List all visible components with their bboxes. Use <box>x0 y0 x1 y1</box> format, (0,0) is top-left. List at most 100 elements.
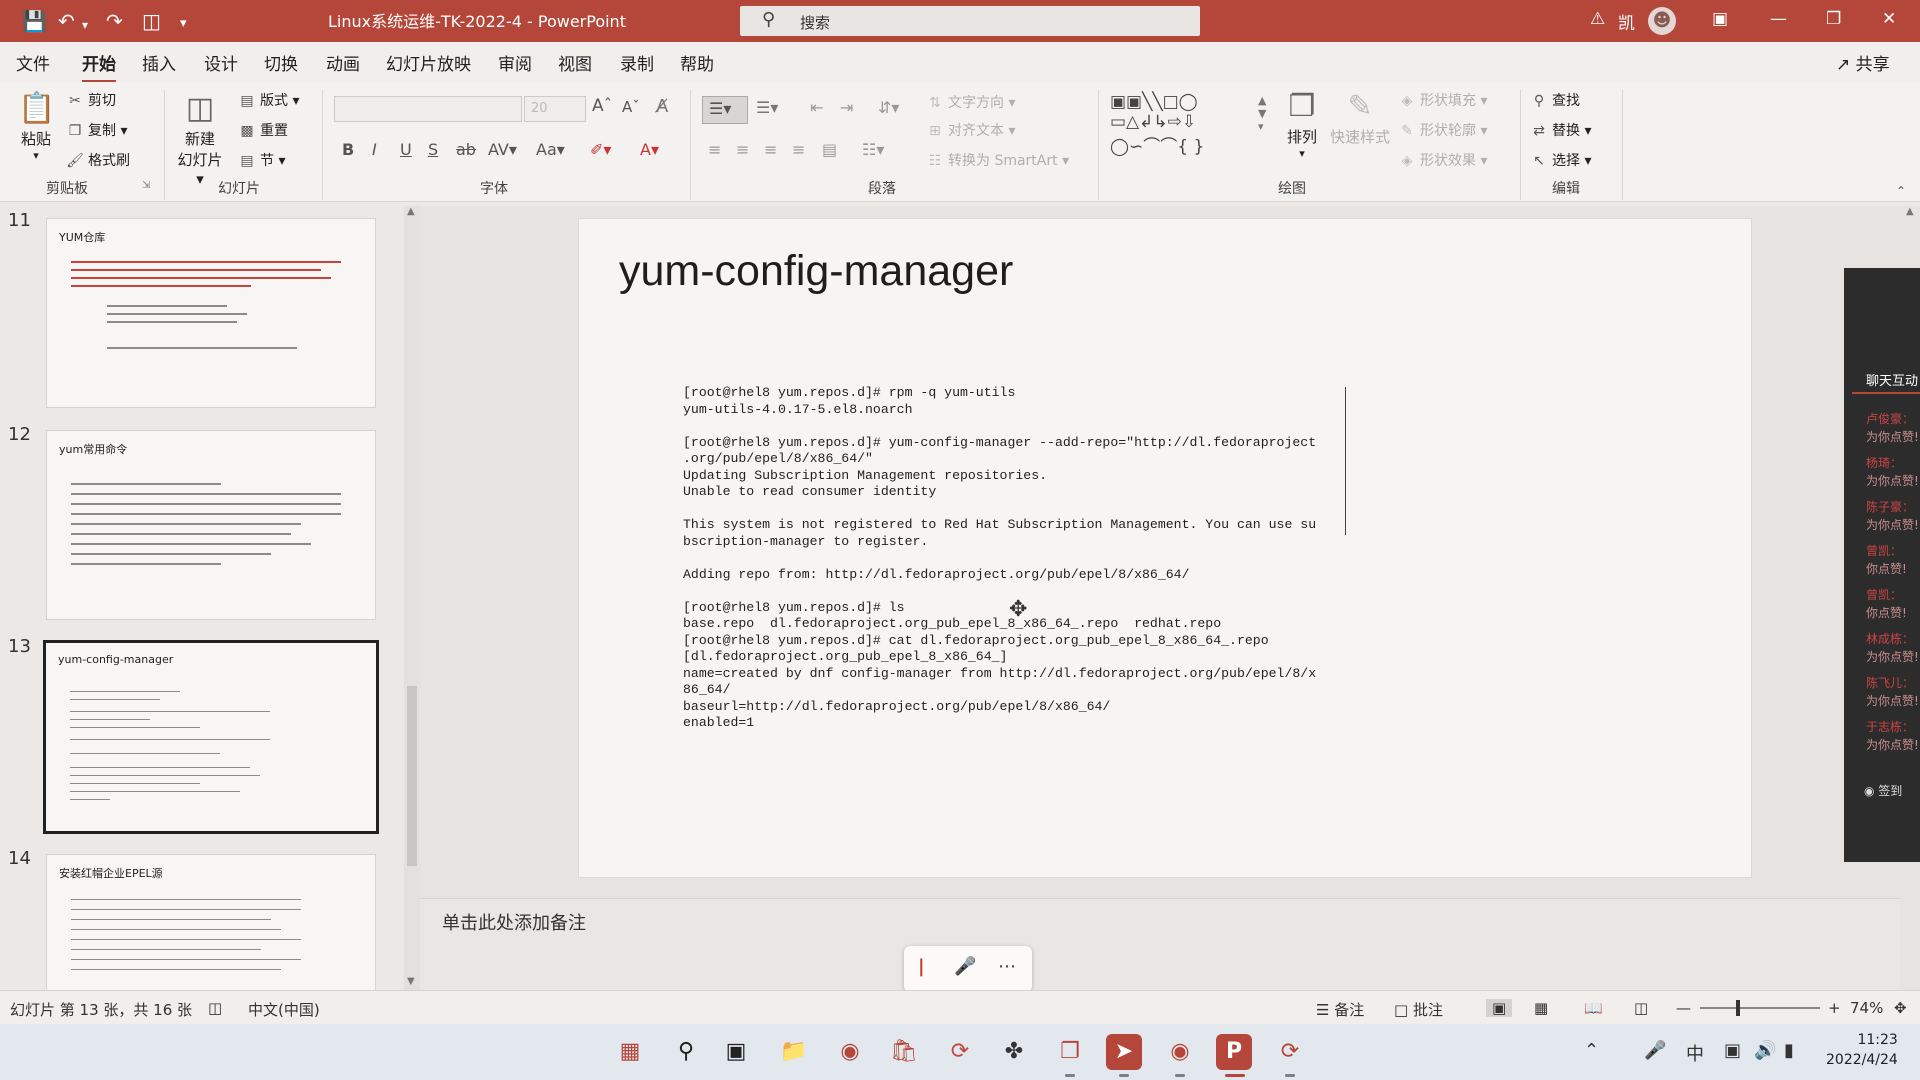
slide-sorter-icon[interactable]: ▦ <box>1534 999 1548 1017</box>
network-icon[interactable]: ▣ <box>1724 1040 1741 1061</box>
reset-button[interactable]: ▩ 重置 <box>238 120 288 140</box>
powerpoint-icon[interactable]: P <box>1216 1034 1252 1070</box>
minimize-icon[interactable]: — <box>1770 9 1787 29</box>
edge-icon[interactable]: ◉ <box>832 1034 868 1070</box>
reading-view-icon[interactable]: 📖 <box>1584 999 1603 1017</box>
redo-icon[interactable]: ↷ <box>106 10 123 32</box>
close-icon[interactable]: ✕ <box>1882 9 1896 29</box>
app-icon[interactable]: ⟳ <box>942 1034 978 1070</box>
zoom-slider[interactable] <box>1700 1000 1820 1016</box>
font-color-icon[interactable]: A▾ <box>640 140 659 159</box>
find-button[interactable]: ⚲ 查找 <box>1530 90 1580 110</box>
replace-button[interactable]: ⇄ 替换 ▾ <box>1530 120 1591 140</box>
select-button[interactable]: ↖ 选择 ▾ <box>1530 150 1591 170</box>
accessibility-icon[interactable]: ◫ <box>208 999 222 1017</box>
shape-effects-button[interactable]: ◈ 形状效果 ▾ <box>1398 150 1488 170</box>
columns-icon[interactable]: ☷▾ <box>862 140 884 159</box>
align-right-icon[interactable]: ≡ <box>764 140 777 159</box>
user-name[interactable]: 凯 <box>1618 9 1635 34</box>
paste-button[interactable]: 📋 粘贴 ▾ <box>18 90 55 162</box>
search-box[interactable]: ⚲ 搜索 <box>740 6 1200 36</box>
new-slide-button[interactable]: ◫ 新建 幻灯片 ▾ <box>172 90 228 188</box>
tab-insert[interactable]: 插入 <box>142 50 176 75</box>
shadow-icon[interactable]: S <box>428 140 438 159</box>
slide-thumbnail-13[interactable]: yum-config-manager <box>43 640 379 834</box>
tab-review[interactable]: 审阅 <box>498 50 532 75</box>
cut-button[interactable]: ✂ 剪切 <box>66 90 116 110</box>
app-icon[interactable]: ⟳ <box>1272 1034 1308 1070</box>
distribute-icon[interactable]: ▤ <box>822 140 837 159</box>
smartart-button[interactable]: ☷ 转换为 SmartArt ▾ <box>926 150 1069 170</box>
battery-icon[interactable]: ▮ <box>1784 1040 1794 1061</box>
tab-record[interactable]: 录制 <box>620 50 654 75</box>
gallery-more-icon[interactable]: ▲ ▼ ▾ <box>1258 94 1266 133</box>
share-button[interactable]: ↗ 共享 <box>1836 50 1890 75</box>
scroll-down-icon[interactable]: ▼ <box>407 976 415 987</box>
format-painter-button[interactable]: 🖌 格式刷 <box>66 150 130 170</box>
thumbnails-scrollbar[interactable]: ▲ ▼ <box>404 206 420 990</box>
grow-font-icon[interactable]: Aˆ <box>592 96 612 116</box>
search-icon[interactable]: ⚲ <box>668 1034 704 1070</box>
more-icon[interactable]: ⋯ <box>998 956 1016 977</box>
shape-outline-button[interactable]: ✎ 形状轮廓 ▾ <box>1398 120 1487 140</box>
slide-thumbnail-12[interactable]: yum常用命令 <box>46 430 376 620</box>
shape-fill-button[interactable]: ◈ 形状填充 ▾ <box>1398 90 1488 110</box>
zoom-out-icon[interactable]: — <box>1676 999 1691 1017</box>
line-spacing-icon[interactable]: ⇵▾ <box>878 98 899 117</box>
scrollbar-thumb[interactable] <box>407 686 417 866</box>
quick-styles-button[interactable]: ✎ 快速样式 <box>1330 88 1390 147</box>
scroll-up-icon[interactable]: ▲ <box>1906 206 1914 217</box>
app-icon[interactable]: ◉ <box>1162 1034 1198 1070</box>
sign-in-button[interactable]: ◉ 签到 <box>1864 782 1902 799</box>
clear-format-icon[interactable]: A̸ <box>656 96 668 117</box>
comments-toggle[interactable]: □ 批注 <box>1394 999 1443 1020</box>
tab-view[interactable]: 视图 <box>558 50 592 75</box>
normal-view-icon[interactable]: ▣ <box>1486 999 1513 1017</box>
customize-quick-access-icon[interactable]: ▾ <box>180 13 187 35</box>
clock[interactable]: 11:23 2022/4/24 <box>1826 1030 1898 1070</box>
increase-indent-icon[interactable]: ⇥ <box>840 98 853 117</box>
slide-title[interactable]: yum-config-manager <box>619 247 1013 296</box>
italic-icon[interactable]: I <box>372 140 377 159</box>
app-icon[interactable]: ✤ <box>996 1034 1032 1070</box>
tab-home[interactable]: 开始 <box>82 50 116 83</box>
tab-transitions[interactable]: 切换 <box>264 50 298 75</box>
slide-thumbnail-11[interactable]: YUM仓库 <box>46 218 376 408</box>
numbering-icon[interactable]: ☰▾ <box>756 98 778 117</box>
current-slide[interactable]: yum-config-manager [root@rhel8 yum.repos… <box>578 218 1752 878</box>
tab-help[interactable]: 帮助 <box>680 50 714 75</box>
bold-icon[interactable]: B <box>342 140 354 159</box>
volume-icon[interactable]: 🔊 <box>1754 1040 1776 1061</box>
ribbon-display-icon[interactable]: ▣ <box>1712 9 1728 29</box>
highlight-icon[interactable]: ✐▾ <box>590 140 611 159</box>
warning-icon[interactable]: ⚠ <box>1590 9 1605 29</box>
dialog-launcher-icon[interactable]: ⇲ <box>142 180 150 191</box>
arrange-button[interactable]: ❐ 排列 ▾ <box>1282 88 1322 160</box>
zoom-in-icon[interactable]: + <box>1828 999 1841 1017</box>
change-case-icon[interactable]: Aa▾ <box>536 140 565 159</box>
file-explorer-icon[interactable]: 📁 <box>776 1034 812 1070</box>
task-view-icon[interactable]: ▣ <box>718 1034 754 1070</box>
shrink-font-icon[interactable]: Aˇ <box>622 98 640 116</box>
chevron-up-icon[interactable]: ⌃ <box>1584 1040 1599 1061</box>
ime-indicator[interactable]: 中 <box>1686 1040 1704 1066</box>
layout-button[interactable]: ▤ 版式 ▾ <box>238 90 299 110</box>
tab-animations[interactable]: 动画 <box>326 50 360 75</box>
app-icon[interactable]: ❐ <box>1052 1034 1088 1070</box>
char-spacing-icon[interactable]: AV▾ <box>488 140 517 159</box>
tab-slideshow[interactable]: 幻灯片放映 <box>386 50 471 75</box>
tab-file[interactable]: 文件 <box>16 50 50 75</box>
scroll-up-icon[interactable]: ▲ <box>407 206 415 217</box>
present-icon[interactable]: ◫ <box>142 10 161 32</box>
zoom-level[interactable]: 74% <box>1850 999 1883 1017</box>
collapse-ribbon-icon[interactable]: ⌃ <box>1896 184 1906 198</box>
start-icon[interactable]: ▦ <box>612 1034 648 1070</box>
save-icon[interactable]: 💾 <box>22 10 47 32</box>
strikethrough-icon[interactable]: ab <box>456 140 476 159</box>
underline-icon[interactable]: U <box>400 140 412 159</box>
section-button[interactable]: ▤ 节 ▾ <box>238 150 285 170</box>
decrease-indent-icon[interactable]: ⇤ <box>810 98 823 117</box>
app-icon[interactable]: ➤ <box>1106 1034 1142 1070</box>
language-indicator[interactable]: 中文(中国) <box>248 999 320 1020</box>
font-size-combo[interactable]: 20 <box>524 96 586 122</box>
